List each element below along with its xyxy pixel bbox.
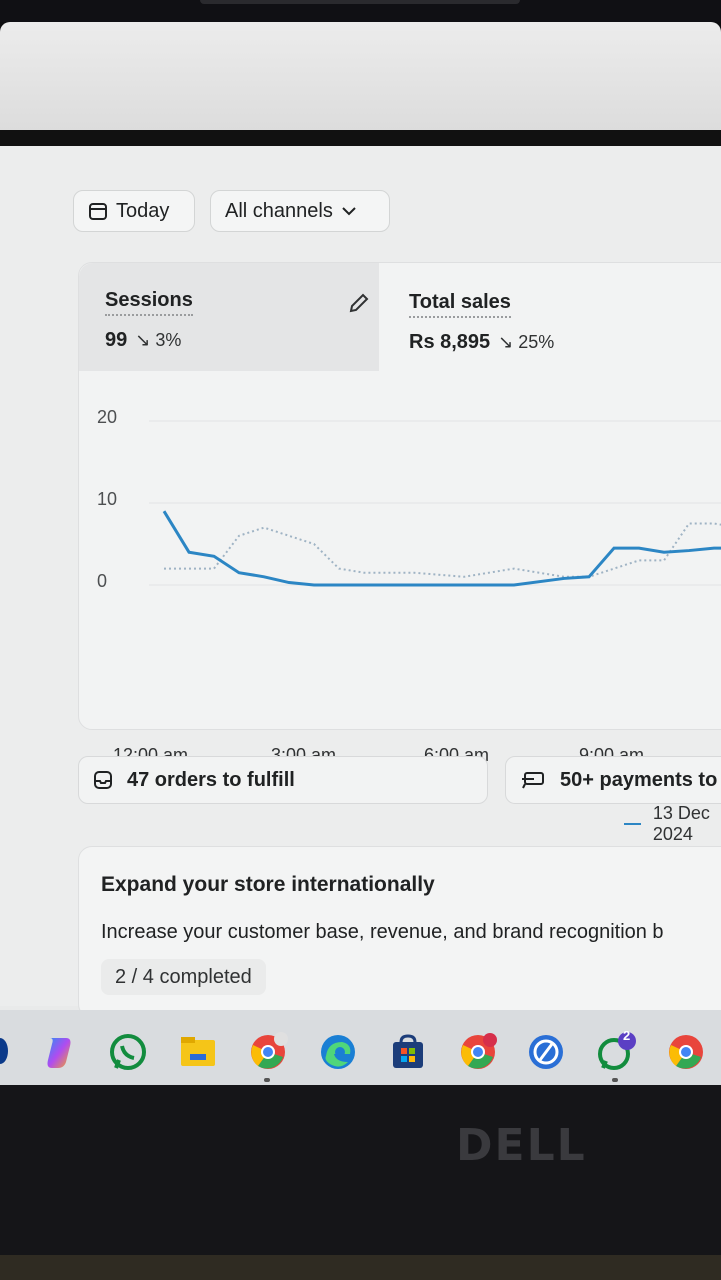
inbox-icon [94, 771, 112, 789]
payment-icon [522, 772, 544, 789]
pencil-icon[interactable] [347, 291, 371, 315]
orders-to-fulfill-button[interactable]: 47 orders to fulfill [78, 756, 488, 804]
calendar-icon [89, 203, 107, 220]
edge-icon[interactable] [318, 1032, 358, 1072]
screen-top-edge [0, 130, 721, 146]
windows-taskbar: 2 [0, 1010, 721, 1085]
progress-badge: 2 / 4 completed [101, 959, 266, 995]
whatsapp-badge: 2 [623, 1028, 631, 1043]
chevron-down-icon [342, 207, 356, 216]
metric-total-sales-label[interactable]: Total sales [409, 291, 511, 318]
metric-sessions-label: Sessions [105, 289, 193, 316]
y-tick-0: 0 [97, 571, 108, 591]
whatsapp-icon[interactable] [108, 1032, 148, 1072]
progress-label: 2 / 4 completed [115, 965, 252, 988]
copilot-icon[interactable] [40, 1032, 80, 1072]
file-explorer-icon[interactable] [178, 1032, 218, 1072]
legend-swatch [624, 823, 641, 825]
admin-content: Today All channels Sessions 99 ↘ 3% Total… [0, 146, 721, 1018]
expand-title: Expand your store internationally [101, 873, 435, 896]
date-filter-label: Today [116, 199, 170, 222]
arrow-down-icon: ↘ [135, 330, 151, 350]
metric-total-sales-value: Rs 8,895 ↘ 25% [409, 331, 554, 354]
chrome-icon[interactable] [248, 1032, 288, 1072]
channel-filter-label: All channels [225, 199, 333, 222]
analytics-card: Sessions 99 ↘ 3% Total sales Rs 8,895 ↘ 25… [78, 262, 721, 844]
total-sales-value: Rs 8,895 [409, 331, 491, 353]
chrome-alt-icon[interactable] [666, 1032, 706, 1072]
metric-sessions[interactable] [79, 263, 379, 371]
partial-icon[interactable] [0, 1038, 8, 1064]
current-series-line [162, 510, 721, 587]
expand-description: Increase your customer base, revenue, an… [101, 921, 664, 943]
bottom-strip [0, 1255, 721, 1280]
top-bezel [0, 0, 721, 22]
chart-legend[interactable]: 13 Dec 2024 [624, 803, 721, 845]
orders-to-fulfill-label: 47 orders to fulfill [127, 768, 295, 791]
arrow-down-icon: ↘ [498, 332, 514, 352]
sessions-delta: 3% [155, 330, 182, 350]
microsoft-store-icon[interactable] [388, 1032, 428, 1072]
laptop-screen: Today All channels Sessions 99 ↘ 3% Total… [0, 130, 721, 1085]
payments-button[interactable]: 50+ payments to [505, 756, 721, 804]
chrome-remote-icon[interactable] [526, 1032, 566, 1072]
whatsapp-running-indicator [612, 1078, 618, 1082]
dell-logo: DELL [456, 1120, 587, 1171]
y-tick-20: 20 [97, 407, 118, 427]
date-filter-button[interactable]: Today [73, 190, 195, 232]
metric-sessions-value: 99 ↘ 3% [105, 329, 181, 352]
legend-label: 13 Dec 2024 [652, 803, 710, 844]
paper-overlay [0, 22, 721, 132]
chrome-running-indicator [264, 1078, 270, 1082]
laptop-bezel [0, 1085, 721, 1280]
chrome-profile-icon[interactable] [458, 1032, 498, 1072]
sessions-value: 99 [105, 329, 128, 351]
total-sales-delta: 25% [518, 332, 555, 352]
comparison-series-line [164, 522, 721, 578]
channel-filter-button[interactable]: All channels [210, 190, 390, 232]
expand-international-card[interactable]: Expand your store internationally Increa… [78, 846, 721, 1018]
y-tick-10: 10 [97, 489, 118, 509]
sessions-chart [149, 420, 721, 587]
payments-label: 50+ payments to [560, 768, 718, 791]
